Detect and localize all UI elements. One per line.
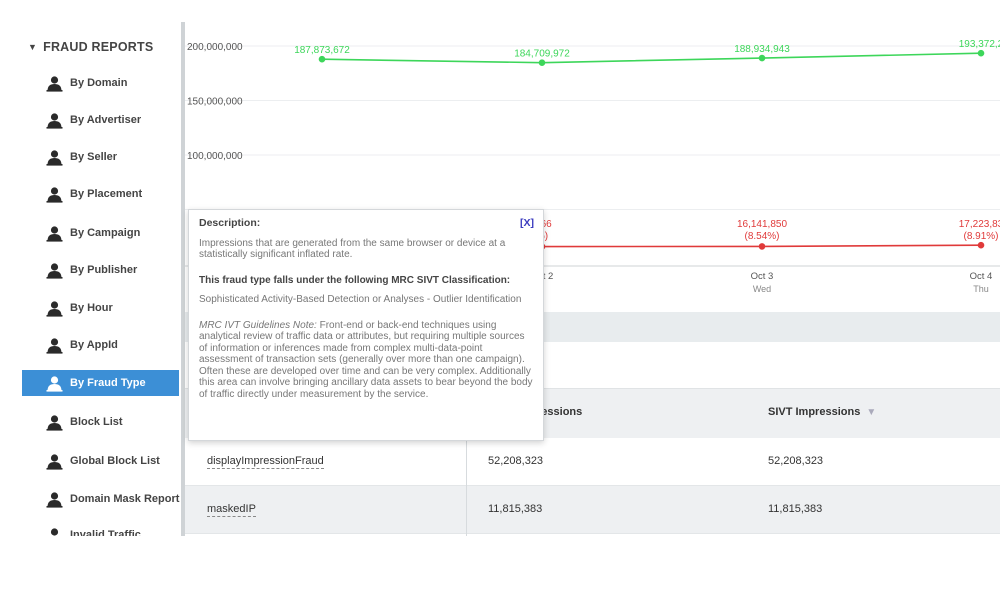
- popover-close-button[interactable]: [X]: [520, 217, 534, 230]
- x-tick-day-label: Wed: [753, 284, 771, 294]
- data-label: 16,141,850: [737, 219, 787, 230]
- user-silhouette-icon: [46, 375, 63, 392]
- x-tick-label: Oct 4: [970, 271, 993, 282]
- fraud-type-name[interactable]: displayImpressionFraud: [207, 455, 324, 469]
- user-silhouette-icon: [46, 414, 63, 431]
- sivt-impressions-cell: 11,815,383: [768, 503, 823, 515]
- sidebar-item-by-placement[interactable]: By Placement: [22, 181, 179, 207]
- user-silhouette-icon: [46, 149, 63, 166]
- sidebar-item-label: Block List: [70, 416, 123, 428]
- sidebar-item-by-fraud-type[interactable]: By Fraud Type: [22, 370, 179, 396]
- sidebar-item-by-seller[interactable]: By Seller: [22, 144, 179, 170]
- table-row[interactable]: displayImpressionFraud 52,208,323 52,208…: [185, 438, 1000, 486]
- data-point: [318, 55, 326, 63]
- user-silhouette-icon: [46, 225, 63, 242]
- sidebar-item-domain-mask-report[interactable]: Domain Mask Report: [22, 486, 179, 512]
- user-silhouette-icon: [46, 112, 63, 129]
- sidebar: ▼ FRAUD REPORTS By Domain By Advertiser By …: [0, 0, 181, 536]
- guidelines-note: MRC IVT Guidelines Note: Front-end or ba…: [199, 320, 533, 401]
- user-silhouette-icon: [46, 491, 63, 508]
- y-tick-label: 150,000,000: [187, 97, 243, 108]
- data-point: [977, 241, 985, 249]
- data-label: 184,709,972: [514, 49, 570, 60]
- sidebar-item-label: By Fraud Type: [70, 377, 146, 389]
- sidebar-item-label: By Hour: [70, 302, 113, 314]
- data-label: 193,372,2: [959, 39, 1000, 50]
- sidebar-item-by-domain[interactable]: By Domain: [22, 70, 179, 96]
- data-label: 187,873,672: [294, 45, 350, 56]
- sidebar-item-by-appid[interactable]: By AppId: [22, 332, 179, 358]
- sidebar-item-label: Domain Mask Report: [70, 493, 180, 505]
- data-point: [977, 49, 985, 57]
- sivt-impressions-cell: 52,208,323: [768, 455, 824, 467]
- data-label-percent: (8.54%): [744, 231, 779, 242]
- sidebar-item-by-campaign[interactable]: By Campaign: [22, 220, 179, 246]
- x-tick-label: Oct 3: [751, 271, 774, 282]
- fraud-type-description-popover: Description: [X] Impressions that are ge…: [188, 209, 544, 441]
- data-label: 188,934,943: [734, 44, 790, 55]
- data-point: [538, 59, 546, 66]
- data-point: [758, 54, 766, 62]
- sidebar-item-by-publisher[interactable]: By Publisher: [22, 257, 179, 283]
- classification-text: Sophisticated Activity-Based Detection o…: [199, 294, 522, 305]
- app-viewport: ▼ FRAUD REPORTS By Domain By Advertiser By …: [0, 0, 1000, 536]
- sidebar-item-by-advertiser[interactable]: By Advertiser: [22, 107, 179, 133]
- classification-heading: This fraud type falls under the followin…: [199, 274, 511, 286]
- sidebar-item-label: Invalid Traffic: [70, 529, 141, 536]
- popover-description: Impressions that are generated from the …: [199, 237, 506, 261]
- sidebar-item-label: By Publisher: [70, 264, 138, 276]
- data-label-percent: (8.91%): [963, 231, 998, 242]
- sidebar-item-label: By AppId: [70, 339, 118, 351]
- series-line: [321, 52, 982, 64]
- fraud-type-name[interactable]: maskedIP: [207, 503, 256, 517]
- user-silhouette-icon: [46, 527, 63, 536]
- guidelines-note-text: Front-end or back-end techniques using a…: [199, 319, 533, 400]
- popover-title: Description:: [199, 217, 261, 229]
- y-tick-label: 200,000,000: [187, 42, 243, 53]
- sidebar-item-label: By Advertiser: [70, 114, 142, 126]
- sivt-impressions-column-header[interactable]: SIVT Impressions ▼: [768, 406, 876, 418]
- sidebar-item-label: By Domain: [70, 77, 128, 89]
- user-silhouette-icon: [46, 453, 63, 470]
- table-row[interactable]: maskedIP 11,815,383 11,815,383: [185, 486, 1000, 534]
- user-silhouette-icon: [46, 75, 63, 92]
- sidebar-item-label: By Campaign: [70, 227, 141, 239]
- guidelines-note-label: MRC IVT Guidelines Note:: [199, 319, 317, 331]
- sort-down-icon[interactable]: ▼: [866, 407, 876, 418]
- sidebar-item-global-block-list[interactable]: Global Block List: [22, 448, 179, 474]
- impressions-cell: 52,208,323: [488, 455, 544, 467]
- user-silhouette-icon: [46, 186, 63, 203]
- fraud-reports-header[interactable]: ▼ FRAUD REPORTS: [28, 40, 153, 54]
- sidebar-item-label: By Seller: [70, 151, 118, 163]
- x-tick-day-label: Thu: [973, 284, 989, 294]
- sidebar-item-label: Global Block List: [70, 455, 160, 467]
- user-silhouette-icon: [46, 337, 63, 354]
- sidebar-item-label: By Placement: [70, 188, 143, 200]
- caret-down-icon: ▼: [28, 42, 38, 52]
- sidebar-item-by-hour[interactable]: By Hour: [22, 295, 179, 321]
- user-silhouette-icon: [46, 262, 63, 279]
- sidebar-item-block-list[interactable]: Block List: [22, 409, 179, 435]
- user-silhouette-icon: [46, 300, 63, 317]
- sidebar-item-invalid-traffic[interactable]: Invalid Traffic: [22, 522, 179, 536]
- y-tick-label: 100,000,000: [187, 151, 243, 162]
- data-label: 17,223,83: [959, 219, 1000, 230]
- impressions-cell: 11,815,383: [488, 503, 543, 515]
- data-point: [758, 243, 766, 250]
